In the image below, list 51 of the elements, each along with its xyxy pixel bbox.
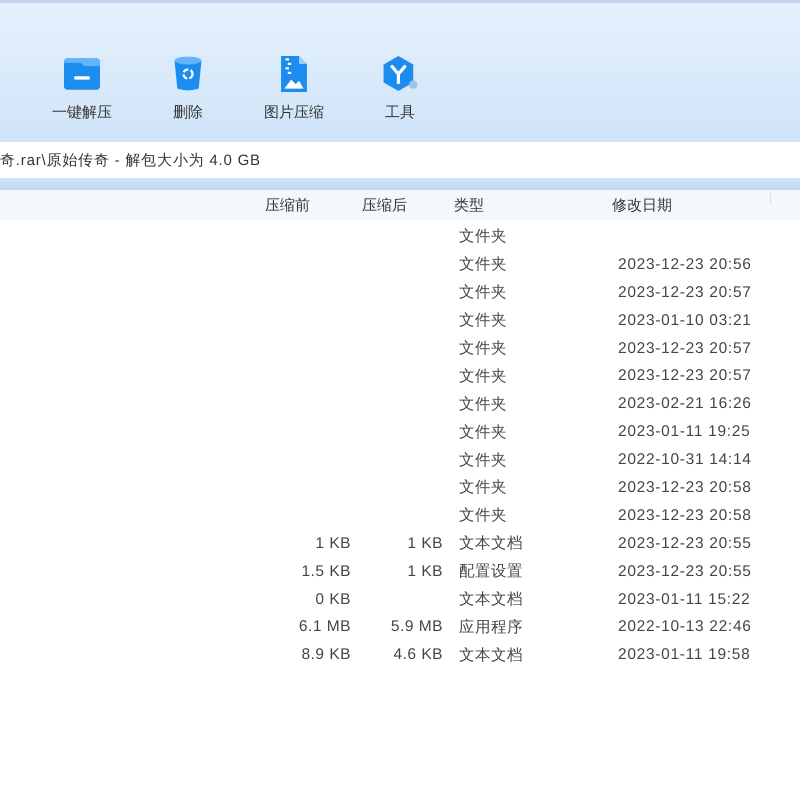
table-cell-text: 2022-10-13 22:46: [617, 618, 752, 636]
table-cell-text: 2023-12-23 20:58: [617, 478, 752, 497]
image-compress-button[interactable]: 图片压缩: [249, 56, 339, 122]
table-cell-text: 2022-10-31 14:14: [617, 451, 752, 470]
table-cell-text: 5.9 MB: [390, 618, 444, 636]
table-cell-text: 2023-12-23 20:57: [617, 367, 752, 386]
table-cell-text: 1 KB: [407, 562, 444, 581]
table-cell-text: 文件夹: [458, 339, 507, 359]
table-cell-text: 2023-12-23 20:55: [617, 534, 752, 553]
table-cell-text: 文件夹: [458, 478, 507, 498]
table-cell-text: 文本文档: [458, 534, 523, 554]
table-cell-text: 文件夹: [458, 506, 507, 526]
table-cell-text: 应用程序: [458, 618, 523, 638]
table-cell-text: 0 KB: [315, 590, 352, 609]
column-header[interactable]: 压缩后: [355, 196, 407, 214]
table-cell-text: 2023-12-23 20:56: [617, 256, 752, 274]
column-header[interactable]: 压缩前: [258, 196, 310, 214]
table-cell-text: 2023-12-23 20:57: [617, 340, 752, 358]
column-header[interactable]: 修改日期: [605, 196, 672, 214]
delete-button[interactable]: 删除: [143, 56, 233, 122]
table-cell-text: 2023-01-10 03:21: [617, 312, 752, 330]
table-cell-text: 1 KB: [315, 534, 352, 553]
column-header[interactable]: 类型: [447, 196, 484, 214]
table-cell-text: 2023-02-21 16:26: [617, 395, 752, 414]
hexagon-icon: [382, 56, 418, 92]
table-cell-text: 8.9 KB: [301, 646, 352, 664]
table-cell-text: 文件夹: [458, 255, 507, 276]
table-cell-text: 文件夹: [458, 422, 507, 443]
table-cell-text: 配置设置: [458, 562, 523, 582]
table-cell-text: 文件夹: [458, 227, 507, 248]
tools-button[interactable]: 工具: [355, 56, 445, 122]
table-cell-text: 1.5 KB: [301, 562, 352, 581]
folder-icon: [64, 56, 100, 92]
table-cell-text: 文本文档: [458, 590, 523, 610]
table-cell-text: 2023-12-23 20:55: [617, 562, 752, 581]
extract-button[interactable]: 一键解压: [37, 56, 127, 122]
table-cell-text: 文本文档: [458, 646, 523, 666]
table-cell-text: 文件夹: [458, 366, 507, 387]
table-cell-text: 文件夹: [458, 283, 507, 304]
table-cell-text: 4.6 KB: [393, 646, 444, 664]
table-cell-text: 文件夹: [458, 394, 507, 415]
table-cell-text: 2023-12-23 20:57: [617, 284, 752, 302]
table-cell-text: 6.1 MB: [298, 618, 352, 636]
table-cell-text: 2023-12-23 20:58: [617, 506, 752, 525]
archive-path-text: 奇.rar\原始传奇 - 解包大小为 4.0 GB: [0, 150, 261, 170]
table-cell-text: 文件夹: [458, 311, 507, 332]
table-cell-text: 文件夹: [458, 450, 507, 471]
table-cell-text: 1 KB: [407, 534, 444, 553]
table-cell-text: 2023-01-11 15:22: [617, 590, 750, 609]
table-cell-text: 2023-01-11 19:25: [617, 423, 750, 442]
table-cell-text: 2023-01-11 19:58: [617, 646, 750, 664]
